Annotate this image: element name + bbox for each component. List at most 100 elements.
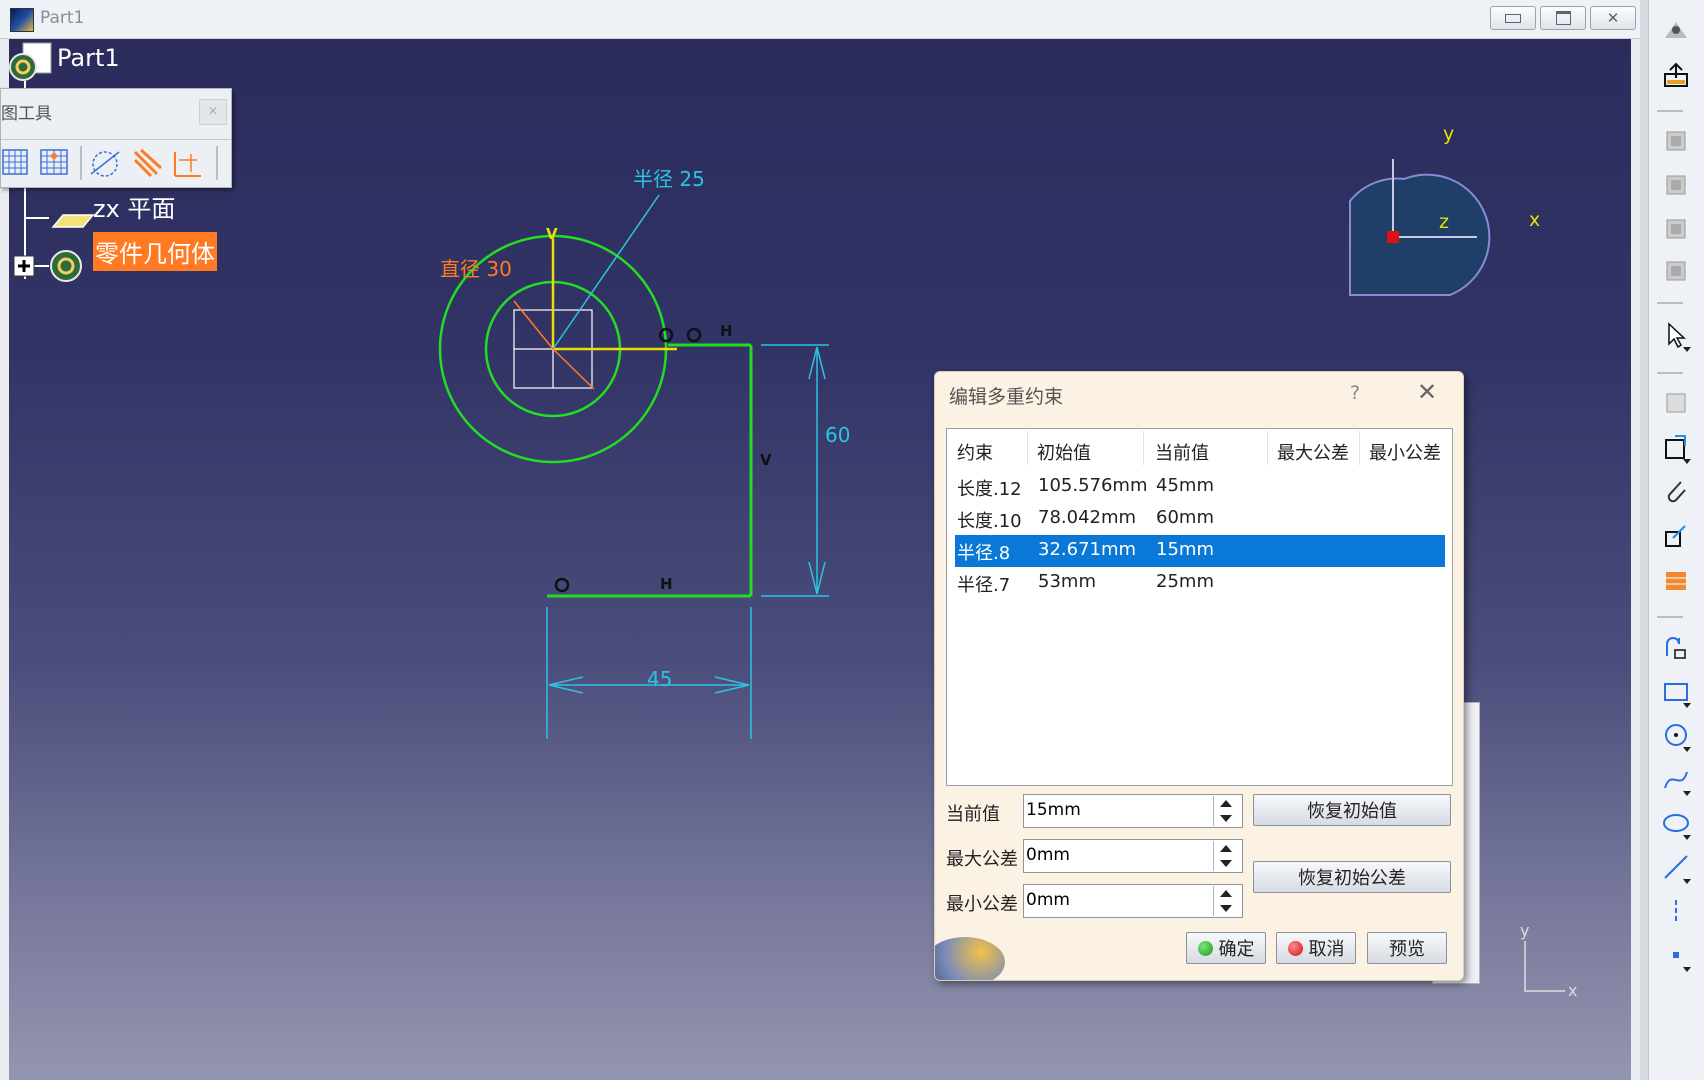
current-value-field[interactable] [1023, 794, 1243, 828]
auto-constraint-icon[interactable] [1659, 518, 1693, 552]
table-row[interactable]: 半径.7 53mm 25mm [955, 567, 1445, 599]
diameter-dim-line[interactable] [513, 300, 554, 350]
axis-icon[interactable] [1659, 894, 1693, 928]
rectangle-icon[interactable] [1659, 674, 1693, 708]
toolbar-title: 图工具 [1, 104, 52, 124]
point-icon[interactable] [1659, 938, 1693, 972]
part-body-icon[interactable] [50, 250, 82, 282]
diameter-label[interactable]: 直径 30 [440, 253, 512, 282]
right-toolbar [1648, 0, 1704, 1080]
close-button[interactable]: ✕ [1590, 6, 1636, 30]
dim-45-label[interactable]: 45 [647, 667, 672, 691]
radius-label[interactable]: 半径 25 [633, 163, 705, 192]
cell-name: 半径.7 [957, 575, 1011, 596]
max-tolerance-spinner[interactable] [1213, 841, 1240, 871]
toolbar-separator [1657, 372, 1683, 374]
table-row-selected[interactable]: 半径.8 32.671mm 15mm [955, 535, 1445, 567]
max-tolerance-input[interactable] [1026, 842, 1206, 868]
col-current[interactable]: 当前值 [1155, 439, 1209, 465]
dialog-help-button[interactable]: ? [1350, 382, 1360, 404]
minimize-button[interactable] [1490, 6, 1536, 30]
sketch-tools-toolbar[interactable]: 图工具 × [0, 88, 232, 188]
table-row[interactable]: 长度.10 78.042mm 60mm [955, 503, 1445, 535]
vertical-axis-constraint[interactable]: V [546, 225, 558, 243]
col-initial[interactable]: 初始值 [1037, 439, 1091, 465]
cancel-icon [1287, 940, 1303, 956]
dialog-close-button[interactable]: ✕ [1417, 378, 1437, 406]
horizontal-constraint-bottom[interactable]: H [660, 575, 673, 593]
exit-workbench-icon[interactable] [1659, 14, 1693, 48]
min-tolerance-input[interactable] [1026, 887, 1206, 913]
cell-current: 60mm [1156, 507, 1214, 528]
min-tolerance-field[interactable] [1023, 884, 1243, 918]
profile-tool-icon[interactable] [1659, 386, 1693, 420]
exit-sketcher-icon[interactable] [1659, 58, 1693, 92]
output-feature-icon[interactable] [1659, 430, 1693, 464]
toolbar-close-button[interactable]: × [199, 99, 227, 125]
cell-name: 半径.8 [957, 543, 1011, 564]
current-value-input[interactable] [1026, 797, 1206, 823]
cell-current: 15mm [1156, 539, 1214, 560]
maximize-button[interactable] [1540, 6, 1586, 30]
spline-icon[interactable] [1659, 762, 1693, 796]
restore-initial-button[interactable]: 恢复初始值 [1253, 794, 1451, 826]
horizontal-constraint[interactable]: H [720, 322, 733, 340]
circle-icon[interactable] [1659, 718, 1693, 752]
view-icon-1[interactable] [1659, 124, 1693, 158]
table-row[interactable]: 长度.12 105.576mm 45mm [955, 471, 1445, 503]
select-arrow-icon[interactable] [1659, 318, 1693, 352]
cell-current: 45mm [1156, 475, 1214, 496]
tree-plane-label[interactable]: zx 平面 [93, 189, 175, 224]
compass-icon[interactable] [1349, 159, 1491, 296]
dialog-title: 编辑多重约束 [949, 386, 1064, 408]
paperclip-icon[interactable] [1659, 474, 1693, 508]
snap-to-point-icon[interactable] [40, 149, 68, 175]
grid-icon[interactable] [2, 149, 28, 175]
corner-y-label: y [1520, 921, 1530, 940]
coincidence-symbol[interactable] [686, 327, 702, 343]
line-icon[interactable] [1659, 850, 1693, 884]
vertical-constraint[interactable]: V [760, 451, 772, 469]
tree-body-label[interactable]: 零件几何体 [93, 232, 217, 271]
max-tolerance-field[interactable] [1023, 839, 1243, 873]
profile-icon[interactable] [1659, 630, 1693, 664]
dimensional-constraints-icon[interactable] [174, 152, 201, 177]
diameter-dim-line-2[interactable] [552, 348, 595, 390]
animate-constraint-icon[interactable] [1659, 562, 1693, 596]
ellipse-icon[interactable] [1659, 806, 1693, 840]
cell-current: 25mm [1156, 571, 1214, 592]
min-tolerance-spinner[interactable] [1213, 886, 1240, 916]
current-value-spinner[interactable] [1213, 796, 1240, 826]
plane-icon[interactable] [51, 214, 95, 228]
constraint-list[interactable]: 约束 初始值 当前值 最大公差 最小公差 长度.12 105.576mm 45m… [946, 428, 1453, 786]
cell-initial: 78.042mm [1038, 507, 1137, 528]
restore-tolerance-button[interactable]: 恢复初始公差 [1253, 861, 1451, 893]
edit-multi-constraint-dialog: 编辑多重约束 ? ✕ 约束 初始值 当前值 最大公差 最小公差 长度.12 10… [934, 371, 1464, 981]
geometric-constraints-icon[interactable] [133, 148, 163, 178]
cell-name: 长度.12 [957, 479, 1022, 500]
restore-initial-label: 恢复初始值 [1307, 801, 1397, 822]
tree-root-label[interactable]: Part1 [57, 44, 120, 72]
view-icon-3[interactable] [1659, 212, 1693, 246]
toolbar-icon-row [1, 139, 231, 186]
compass-y-label: y [1443, 123, 1455, 145]
radius-dim-line[interactable] [552, 194, 660, 350]
col-constraint[interactable]: 约束 [957, 439, 993, 465]
view-icon-4[interactable] [1659, 254, 1693, 288]
preview-button[interactable]: 预览 [1367, 932, 1447, 964]
cell-initial: 105.576mm [1038, 475, 1148, 496]
view-icon-2[interactable] [1659, 168, 1693, 202]
ok-button[interactable]: 确定 [1186, 932, 1266, 964]
col-separator [1143, 431, 1144, 465]
col-min-tol[interactable]: 最小公差 [1369, 439, 1441, 465]
dim-60-label[interactable]: 60 [825, 423, 850, 447]
cancel-button[interactable]: 取消 [1276, 932, 1356, 964]
col-max-tol[interactable]: 最大公差 [1277, 439, 1349, 465]
max-tolerance-label: 最大公差 [946, 849, 1018, 870]
coincidence-symbol[interactable] [554, 577, 570, 593]
expand-plus-icon[interactable] [13, 255, 35, 277]
cell-initial: 53mm [1038, 571, 1096, 592]
construction-element-icon[interactable] [90, 151, 120, 177]
viewport-border [1631, 39, 1640, 1080]
part-root-icon[interactable] [9, 42, 52, 81]
